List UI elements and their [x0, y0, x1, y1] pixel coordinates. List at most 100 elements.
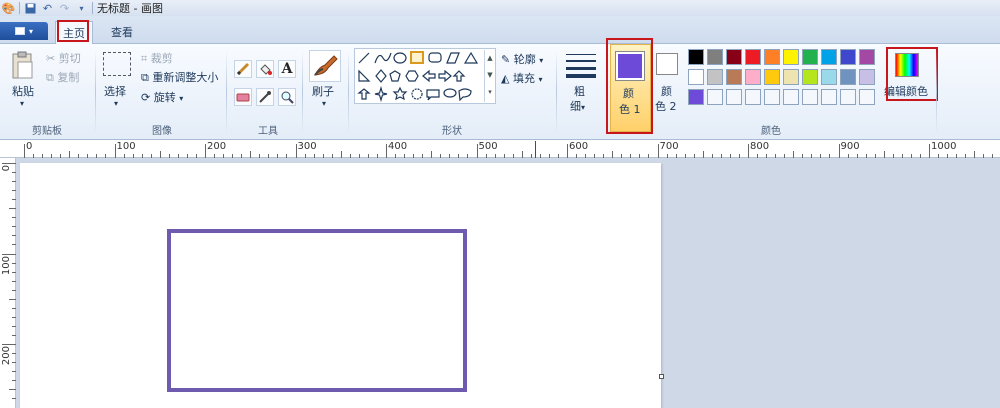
fill-bucket-icon: ◭	[501, 72, 510, 85]
palette-empty-swatch[interactable]	[783, 89, 799, 105]
text-icon[interactable]: A	[278, 60, 296, 78]
palette-empty-swatch[interactable]	[764, 89, 780, 105]
palette-swatch[interactable]	[802, 69, 818, 85]
drawn-rectangle[interactable]	[167, 229, 467, 392]
palette-swatch[interactable]	[783, 49, 799, 65]
palette-swatch[interactable]	[726, 69, 742, 85]
shapes-gallery[interactable]	[354, 48, 496, 104]
palette-empty-swatch[interactable]	[745, 89, 761, 105]
select-icon[interactable]	[103, 52, 131, 76]
tools-group-label: 工具	[258, 126, 278, 137]
palette-swatch[interactable]	[802, 49, 818, 65]
palette-swatch[interactable]	[840, 49, 856, 65]
ruler-minor-tick	[340, 151, 342, 158]
palette-swatch[interactable]	[821, 69, 837, 85]
eraser-icon[interactable]	[234, 88, 252, 106]
save-icon[interactable]	[24, 2, 37, 15]
size-button[interactable]: 细▾	[570, 98, 585, 114]
paste-button[interactable]: 粘贴	[12, 83, 34, 99]
ruler-minor-tick	[603, 154, 605, 158]
outline-button[interactable]: ✎ 轮廓 ▾	[501, 51, 543, 67]
color2-swatch[interactable]	[656, 53, 678, 75]
color2-label-2[interactable]: 色 2	[655, 98, 677, 114]
ruler-minor-tick	[277, 154, 279, 158]
ruler-minor-tick	[96, 154, 98, 158]
ruler-minor-tick	[974, 151, 976, 158]
resize-icon: ⧉	[141, 71, 149, 84]
cut-button[interactable]: ✂ 剪切	[46, 50, 81, 66]
palette-empty-swatch[interactable]	[802, 89, 818, 105]
palette-swatch[interactable]	[859, 69, 875, 85]
ruler-minor-tick	[12, 316, 16, 318]
palette-swatch[interactable]	[745, 69, 761, 85]
ruler-minor-tick	[286, 154, 288, 158]
palette-swatch[interactable]	[821, 49, 837, 65]
size-icon[interactable]	[566, 52, 596, 78]
palette-swatch[interactable]	[726, 49, 742, 65]
ruler-minor-tick	[720, 154, 722, 158]
ruler-minor-tick	[684, 154, 686, 158]
color2-label-1[interactable]: 颜	[661, 83, 672, 99]
ruler-minor-tick	[431, 151, 433, 158]
ruler-minor-tick	[42, 154, 44, 158]
ruler-tick	[2, 253, 16, 255]
color-picker-icon[interactable]	[256, 88, 274, 106]
ruler-minor-tick	[983, 154, 985, 158]
palette-swatch[interactable]	[688, 89, 704, 105]
file-menu-button[interactable]: ▾	[0, 22, 48, 40]
palette-swatch[interactable]	[764, 49, 780, 65]
vertical-ruler: 0 100 200	[0, 158, 16, 408]
shapes-scroll[interactable]: ▲ ▼ ▾	[484, 50, 495, 102]
palette-swatch[interactable]	[745, 49, 761, 65]
scissors-icon: ✂	[46, 52, 56, 65]
select-dropdown-icon[interactable]: ▾	[114, 99, 118, 108]
palette-swatch[interactable]	[688, 69, 704, 85]
palette-swatch[interactable]	[764, 69, 780, 85]
palette-swatch[interactable]	[783, 69, 799, 85]
pencil-icon[interactable]	[234, 60, 252, 78]
rotate-button[interactable]: ⟳ 旋转 ▾	[141, 89, 183, 105]
resize-button[interactable]: ⧉ 重新调整大小	[141, 69, 218, 85]
ruler-minor-tick	[12, 226, 16, 228]
ruler-minor-tick	[548, 154, 550, 158]
ruler-minor-tick	[757, 154, 759, 158]
color-palette	[688, 49, 878, 109]
ruler-tick	[114, 144, 116, 158]
ruler-minor-tick	[313, 154, 315, 158]
tab-view[interactable]: 查看	[104, 21, 140, 43]
size-label-1[interactable]: 粗	[574, 83, 585, 99]
undo-icon[interactable]: ↶	[41, 2, 54, 15]
paint-app-icon[interactable]: 🎨	[2, 2, 16, 15]
ruler-minor-tick	[304, 154, 306, 158]
palette-empty-swatch[interactable]	[840, 89, 856, 105]
ruler-minor-tick	[250, 151, 252, 158]
palette-swatch[interactable]	[840, 69, 856, 85]
palette-empty-swatch[interactable]	[726, 89, 742, 105]
ruler-minor-tick	[539, 154, 541, 158]
paste-dropdown-icon[interactable]: ▾	[20, 99, 24, 108]
palette-empty-swatch[interactable]	[707, 89, 723, 105]
fill-button[interactable]: ◭ 填充 ▾	[501, 70, 542, 86]
crop-button[interactable]: ⌗ 裁剪	[141, 50, 173, 66]
copy-button[interactable]: ⧉ 复制	[46, 69, 79, 85]
palette-swatch[interactable]	[707, 69, 723, 85]
ruler-tick	[386, 144, 387, 158]
palette-swatch[interactable]	[859, 49, 875, 65]
brush-icon[interactable]	[309, 50, 341, 82]
select-button[interactable]: 选择	[104, 83, 126, 99]
magnifier-icon[interactable]	[278, 88, 296, 106]
ruler-minor-tick	[69, 151, 71, 158]
ruler-minor-tick	[12, 271, 16, 273]
palette-swatch[interactable]	[688, 49, 704, 65]
ruler-minor-tick	[440, 154, 442, 158]
palette-swatch[interactable]	[707, 49, 723, 65]
canvas-resize-handle[interactable]	[659, 374, 664, 379]
paste-icon[interactable]	[10, 50, 36, 80]
customize-arrow-icon[interactable]: ▾	[75, 2, 88, 15]
palette-empty-swatch[interactable]	[821, 89, 837, 105]
brushes-dropdown-icon[interactable]: ▾	[322, 99, 326, 108]
fill-icon[interactable]	[256, 60, 274, 78]
redo-icon[interactable]: ↷	[58, 2, 71, 15]
brushes-button[interactable]: 刷子	[312, 83, 334, 99]
palette-empty-swatch[interactable]	[859, 89, 875, 105]
